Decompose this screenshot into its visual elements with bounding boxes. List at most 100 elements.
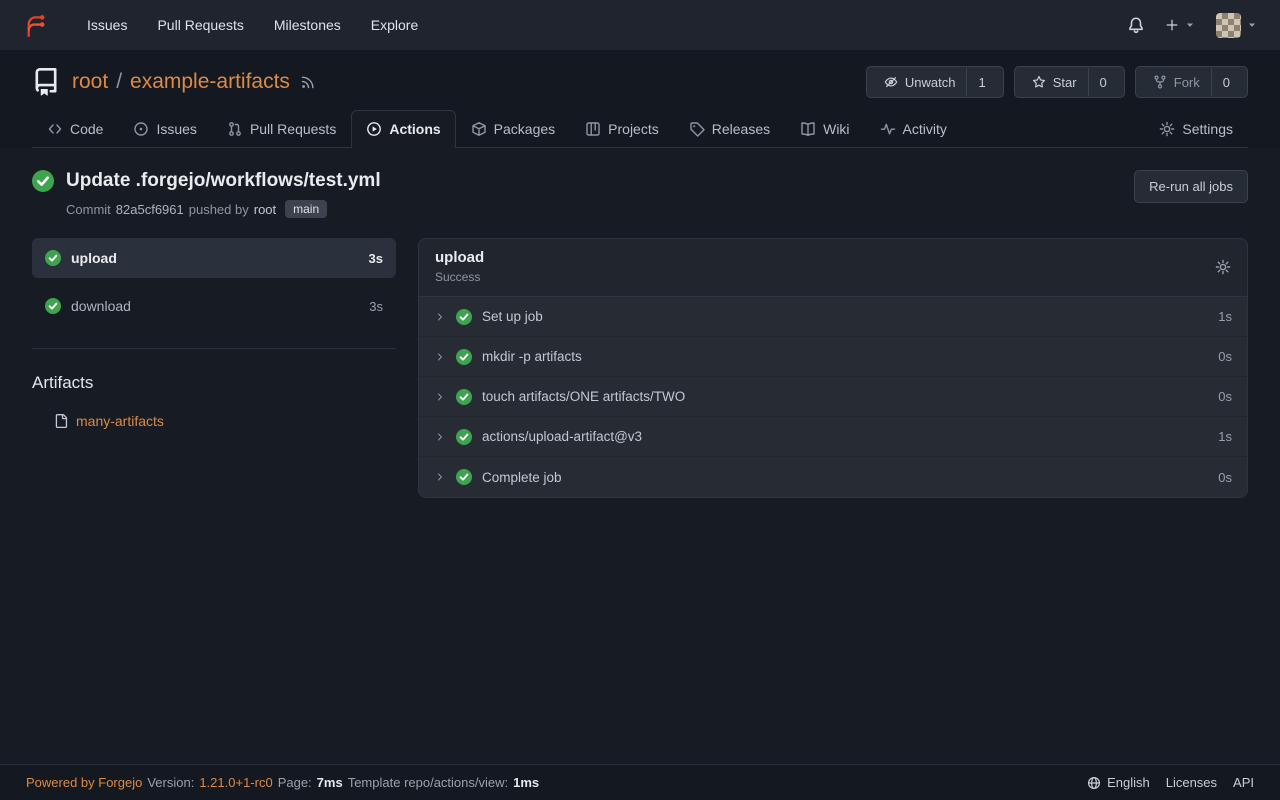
job-item-download[interactable]: download 3s: [32, 286, 396, 326]
pulse-icon: [880, 121, 896, 137]
tab-code[interactable]: Code: [32, 110, 118, 147]
tab-packages[interactable]: Packages: [456, 110, 570, 147]
job-steps-list: Set up job 1s mkdir -p artifacts 0s touc…: [419, 296, 1247, 497]
job-options-gear-icon[interactable]: [1215, 259, 1231, 275]
api-link[interactable]: API: [1233, 775, 1254, 790]
pushed-by-label: pushed by: [189, 202, 249, 217]
commit-sha-link[interactable]: 82a5cf6961: [116, 202, 184, 217]
nav-item-issues[interactable]: Issues: [72, 0, 142, 50]
chevron-down-icon: [1246, 19, 1258, 31]
nav-item-pull-requests[interactable]: Pull Requests: [142, 0, 258, 50]
run-meta: Commit 82a5cf6961 pushed by root main: [66, 200, 381, 218]
create-new-menu[interactable]: [1165, 18, 1196, 32]
tab-settings[interactable]: Settings: [1144, 110, 1248, 147]
tab-label: Releases: [712, 121, 770, 137]
fork-button[interactable]: Fork 0: [1135, 66, 1248, 98]
tab-label: Issues: [156, 121, 196, 137]
tab-wiki[interactable]: Wiki: [785, 110, 864, 147]
repo-name-link[interactable]: example-artifacts: [130, 70, 290, 94]
step-label: Set up job: [482, 309, 543, 324]
play-circle-icon: [366, 121, 382, 137]
divider: [32, 348, 396, 349]
notifications-bell-icon[interactable]: [1127, 16, 1145, 34]
tab-label: Projects: [608, 121, 659, 137]
step-label: touch artifacts/ONE artifacts/TWO: [482, 389, 685, 404]
artifacts-heading: Artifacts: [32, 373, 396, 393]
step-success-icon: [456, 309, 472, 325]
chevron-right-icon: [434, 391, 446, 403]
avatar: [1216, 13, 1241, 38]
file-icon: [54, 414, 68, 428]
tab-activity[interactable]: Activity: [865, 110, 962, 147]
fork-count[interactable]: 0: [1211, 68, 1241, 96]
actions-run-view: Update .forgejo/workflows/test.yml Commi…: [0, 148, 1280, 764]
chevron-right-icon: [434, 311, 446, 323]
step-row-mkdir[interactable]: mkdir -p artifacts 0s: [419, 337, 1247, 377]
star-button[interactable]: Star 0: [1014, 66, 1125, 98]
repo-header-section: root / example-artifacts Unwatch 1: [0, 50, 1280, 148]
star-label: Star: [1053, 75, 1077, 90]
licenses-link[interactable]: Licenses: [1166, 775, 1217, 790]
template-time-label: Template repo/actions/view:: [348, 775, 508, 790]
repo-separator: /: [116, 70, 122, 94]
star-count[interactable]: 0: [1088, 68, 1118, 96]
chevron-right-icon: [434, 351, 446, 363]
author-link[interactable]: root: [254, 202, 276, 217]
language-selector[interactable]: English: [1087, 775, 1150, 790]
chevron-right-icon: [434, 471, 446, 483]
code-icon: [47, 121, 63, 137]
powered-by-link[interactable]: Powered by Forgejo: [26, 775, 142, 790]
step-row-touch[interactable]: touch artifacts/ONE artifacts/TWO 0s: [419, 377, 1247, 417]
nav-item-explore[interactable]: Explore: [356, 0, 433, 50]
chevron-right-icon: [434, 431, 446, 443]
tab-releases[interactable]: Releases: [674, 110, 785, 147]
eye-slash-icon: [884, 75, 898, 89]
run-success-icon: [32, 170, 54, 192]
step-row-upload-artifact[interactable]: actions/upload-artifact@v3 1s: [419, 417, 1247, 457]
project-board-icon: [585, 121, 601, 137]
version-link[interactable]: 1.21.0+1-rc0: [199, 775, 272, 790]
branch-badge[interactable]: main: [285, 200, 327, 218]
repo-owner-link[interactable]: root: [72, 70, 108, 94]
job-success-icon: [45, 298, 61, 314]
repository-icon: [32, 68, 60, 96]
tab-issues[interactable]: Issues: [118, 110, 211, 147]
job-duration: 3s: [369, 299, 383, 314]
issue-icon: [133, 121, 149, 137]
navbar-right: [1127, 13, 1258, 38]
rss-icon[interactable]: [300, 74, 316, 90]
tab-label: Activity: [903, 121, 947, 137]
star-icon: [1032, 75, 1046, 89]
artifact-item: many-artifacts: [54, 413, 396, 429]
step-row-set-up-job[interactable]: Set up job 1s: [419, 297, 1247, 337]
tab-actions[interactable]: Actions: [351, 110, 455, 148]
step-row-complete-job[interactable]: Complete job 0s: [419, 457, 1247, 497]
tab-pull-requests[interactable]: Pull Requests: [212, 110, 351, 147]
watch-count[interactable]: 1: [966, 68, 996, 96]
pull-request-icon: [227, 121, 243, 137]
step-success-icon: [456, 349, 472, 365]
tab-label: Pull Requests: [250, 121, 336, 137]
repo-tabs: Code Issues Pull Requests Actions Packag…: [32, 110, 1248, 148]
forgejo-logo-icon[interactable]: [22, 12, 48, 38]
tab-label: Code: [70, 121, 103, 137]
step-success-icon: [456, 389, 472, 405]
job-item-upload[interactable]: upload 3s: [32, 238, 396, 278]
fork-label: Fork: [1174, 75, 1200, 90]
user-menu[interactable]: [1216, 13, 1258, 38]
nav-item-milestones[interactable]: Milestones: [259, 0, 356, 50]
top-navbar: Issues Pull Requests Milestones Explore: [0, 0, 1280, 50]
tab-projects[interactable]: Projects: [570, 110, 674, 147]
plus-icon: [1165, 18, 1179, 32]
tag-icon: [689, 121, 705, 137]
repo-title: root / example-artifacts: [72, 70, 290, 94]
unwatch-button[interactable]: Unwatch 1: [866, 66, 1004, 98]
artifact-link[interactable]: many-artifacts: [76, 413, 164, 429]
book-icon: [800, 121, 816, 137]
run-title: Update .forgejo/workflows/test.yml: [66, 170, 381, 192]
job-duration: 3s: [369, 251, 383, 266]
unwatch-label: Unwatch: [905, 75, 956, 90]
commit-label: Commit: [66, 202, 111, 217]
chevron-down-icon: [1184, 19, 1196, 31]
rerun-all-jobs-button[interactable]: Re-run all jobs: [1134, 170, 1248, 203]
